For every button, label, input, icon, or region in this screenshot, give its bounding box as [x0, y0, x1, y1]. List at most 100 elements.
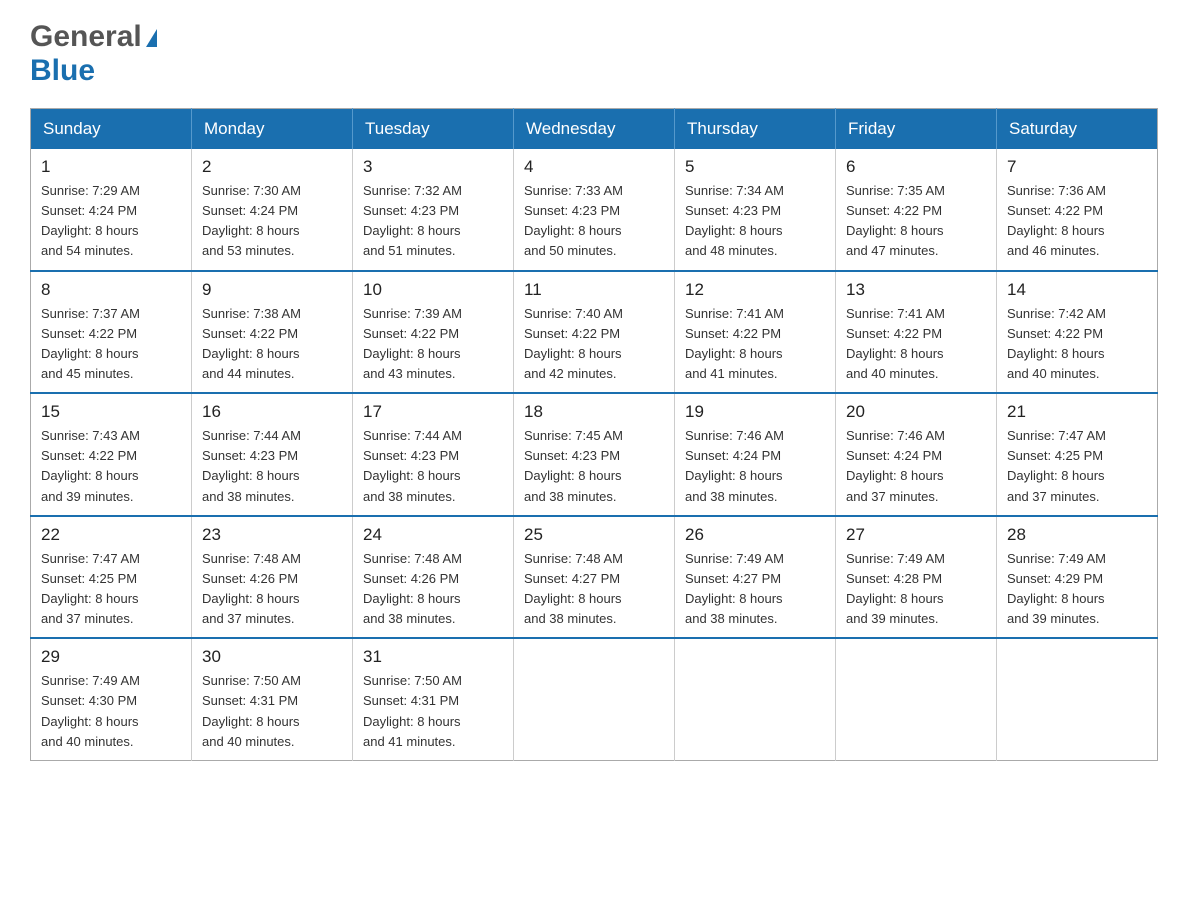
calendar-week-4: 22 Sunrise: 7:47 AMSunset: 4:25 PMDaylig… — [31, 516, 1158, 639]
day-number: 5 — [685, 157, 825, 177]
calendar-cell: 20 Sunrise: 7:46 AMSunset: 4:24 PMDaylig… — [836, 393, 997, 516]
calendar-cell: 15 Sunrise: 7:43 AMSunset: 4:22 PMDaylig… — [31, 393, 192, 516]
calendar-cell — [836, 638, 997, 760]
day-info: Sunrise: 7:45 AMSunset: 4:23 PMDaylight:… — [524, 428, 623, 503]
day-info: Sunrise: 7:49 AMSunset: 4:29 PMDaylight:… — [1007, 551, 1106, 626]
logo: General Blue — [30, 20, 157, 88]
day-number: 29 — [41, 647, 181, 667]
day-info: Sunrise: 7:48 AMSunset: 4:27 PMDaylight:… — [524, 551, 623, 626]
day-info: Sunrise: 7:50 AMSunset: 4:31 PMDaylight:… — [363, 673, 462, 748]
calendar-cell: 22 Sunrise: 7:47 AMSunset: 4:25 PMDaylig… — [31, 516, 192, 639]
calendar-cell: 19 Sunrise: 7:46 AMSunset: 4:24 PMDaylig… — [675, 393, 836, 516]
calendar-cell: 21 Sunrise: 7:47 AMSunset: 4:25 PMDaylig… — [997, 393, 1158, 516]
day-number: 16 — [202, 402, 342, 422]
day-info: Sunrise: 7:36 AMSunset: 4:22 PMDaylight:… — [1007, 183, 1106, 258]
calendar-cell: 10 Sunrise: 7:39 AMSunset: 4:22 PMDaylig… — [353, 271, 514, 394]
day-number: 15 — [41, 402, 181, 422]
day-number: 7 — [1007, 157, 1147, 177]
day-number: 19 — [685, 402, 825, 422]
calendar-cell: 29 Sunrise: 7:49 AMSunset: 4:30 PMDaylig… — [31, 638, 192, 760]
day-info: Sunrise: 7:32 AMSunset: 4:23 PMDaylight:… — [363, 183, 462, 258]
day-info: Sunrise: 7:50 AMSunset: 4:31 PMDaylight:… — [202, 673, 301, 748]
day-number: 27 — [846, 525, 986, 545]
calendar-cell: 27 Sunrise: 7:49 AMSunset: 4:28 PMDaylig… — [836, 516, 997, 639]
calendar-cell — [675, 638, 836, 760]
header-tuesday: Tuesday — [353, 109, 514, 150]
day-info: Sunrise: 7:48 AMSunset: 4:26 PMDaylight:… — [363, 551, 462, 626]
day-number: 18 — [524, 402, 664, 422]
header-wednesday: Wednesday — [514, 109, 675, 150]
day-info: Sunrise: 7:48 AMSunset: 4:26 PMDaylight:… — [202, 551, 301, 626]
calendar-cell: 28 Sunrise: 7:49 AMSunset: 4:29 PMDaylig… — [997, 516, 1158, 639]
calendar-cell: 1 Sunrise: 7:29 AMSunset: 4:24 PMDayligh… — [31, 149, 192, 271]
calendar-table: SundayMondayTuesdayWednesdayThursdayFrid… — [30, 108, 1158, 761]
day-info: Sunrise: 7:29 AMSunset: 4:24 PMDaylight:… — [41, 183, 140, 258]
day-number: 8 — [41, 280, 181, 300]
day-info: Sunrise: 7:46 AMSunset: 4:24 PMDaylight:… — [846, 428, 945, 503]
calendar-header-row: SundayMondayTuesdayWednesdayThursdayFrid… — [31, 109, 1158, 150]
day-info: Sunrise: 7:49 AMSunset: 4:30 PMDaylight:… — [41, 673, 140, 748]
day-info: Sunrise: 7:42 AMSunset: 4:22 PMDaylight:… — [1007, 306, 1106, 381]
day-number: 25 — [524, 525, 664, 545]
calendar-cell — [514, 638, 675, 760]
day-number: 23 — [202, 525, 342, 545]
day-number: 17 — [363, 402, 503, 422]
logo-blue-text: Blue — [30, 54, 95, 87]
day-number: 24 — [363, 525, 503, 545]
day-number: 10 — [363, 280, 503, 300]
day-info: Sunrise: 7:49 AMSunset: 4:28 PMDaylight:… — [846, 551, 945, 626]
calendar-cell: 18 Sunrise: 7:45 AMSunset: 4:23 PMDaylig… — [514, 393, 675, 516]
day-info: Sunrise: 7:47 AMSunset: 4:25 PMDaylight:… — [41, 551, 140, 626]
page-header: General Blue — [30, 20, 1158, 88]
day-number: 9 — [202, 280, 342, 300]
calendar-cell: 3 Sunrise: 7:32 AMSunset: 4:23 PMDayligh… — [353, 149, 514, 271]
day-info: Sunrise: 7:44 AMSunset: 4:23 PMDaylight:… — [202, 428, 301, 503]
calendar-week-2: 8 Sunrise: 7:37 AMSunset: 4:22 PMDayligh… — [31, 271, 1158, 394]
header-thursday: Thursday — [675, 109, 836, 150]
calendar-cell: 17 Sunrise: 7:44 AMSunset: 4:23 PMDaylig… — [353, 393, 514, 516]
day-info: Sunrise: 7:35 AMSunset: 4:22 PMDaylight:… — [846, 183, 945, 258]
calendar-cell: 7 Sunrise: 7:36 AMSunset: 4:22 PMDayligh… — [997, 149, 1158, 271]
day-info: Sunrise: 7:34 AMSunset: 4:23 PMDaylight:… — [685, 183, 784, 258]
day-number: 1 — [41, 157, 181, 177]
day-info: Sunrise: 7:47 AMSunset: 4:25 PMDaylight:… — [1007, 428, 1106, 503]
day-number: 14 — [1007, 280, 1147, 300]
day-number: 13 — [846, 280, 986, 300]
day-number: 3 — [363, 157, 503, 177]
day-number: 22 — [41, 525, 181, 545]
calendar-cell — [997, 638, 1158, 760]
day-number: 20 — [846, 402, 986, 422]
calendar-cell: 6 Sunrise: 7:35 AMSunset: 4:22 PMDayligh… — [836, 149, 997, 271]
header-sunday: Sunday — [31, 109, 192, 150]
header-monday: Monday — [192, 109, 353, 150]
calendar-cell: 16 Sunrise: 7:44 AMSunset: 4:23 PMDaylig… — [192, 393, 353, 516]
calendar-week-3: 15 Sunrise: 7:43 AMSunset: 4:22 PMDaylig… — [31, 393, 1158, 516]
calendar-cell: 24 Sunrise: 7:48 AMSunset: 4:26 PMDaylig… — [353, 516, 514, 639]
calendar-cell: 13 Sunrise: 7:41 AMSunset: 4:22 PMDaylig… — [836, 271, 997, 394]
day-number: 28 — [1007, 525, 1147, 545]
logo-triangle-icon — [146, 29, 157, 47]
calendar-cell: 5 Sunrise: 7:34 AMSunset: 4:23 PMDayligh… — [675, 149, 836, 271]
day-info: Sunrise: 7:30 AMSunset: 4:24 PMDaylight:… — [202, 183, 301, 258]
calendar-cell: 30 Sunrise: 7:50 AMSunset: 4:31 PMDaylig… — [192, 638, 353, 760]
day-number: 30 — [202, 647, 342, 667]
calendar-cell: 12 Sunrise: 7:41 AMSunset: 4:22 PMDaylig… — [675, 271, 836, 394]
calendar-week-5: 29 Sunrise: 7:49 AMSunset: 4:30 PMDaylig… — [31, 638, 1158, 760]
day-info: Sunrise: 7:49 AMSunset: 4:27 PMDaylight:… — [685, 551, 784, 626]
day-info: Sunrise: 7:41 AMSunset: 4:22 PMDaylight:… — [846, 306, 945, 381]
day-info: Sunrise: 7:33 AMSunset: 4:23 PMDaylight:… — [524, 183, 623, 258]
header-friday: Friday — [836, 109, 997, 150]
day-number: 12 — [685, 280, 825, 300]
day-number: 2 — [202, 157, 342, 177]
calendar-cell: 14 Sunrise: 7:42 AMSunset: 4:22 PMDaylig… — [997, 271, 1158, 394]
day-number: 21 — [1007, 402, 1147, 422]
day-info: Sunrise: 7:46 AMSunset: 4:24 PMDaylight:… — [685, 428, 784, 503]
day-number: 26 — [685, 525, 825, 545]
calendar-cell: 4 Sunrise: 7:33 AMSunset: 4:23 PMDayligh… — [514, 149, 675, 271]
calendar-cell: 11 Sunrise: 7:40 AMSunset: 4:22 PMDaylig… — [514, 271, 675, 394]
day-number: 11 — [524, 280, 664, 300]
day-number: 6 — [846, 157, 986, 177]
day-number: 4 — [524, 157, 664, 177]
calendar-cell: 25 Sunrise: 7:48 AMSunset: 4:27 PMDaylig… — [514, 516, 675, 639]
calendar-cell: 8 Sunrise: 7:37 AMSunset: 4:22 PMDayligh… — [31, 271, 192, 394]
